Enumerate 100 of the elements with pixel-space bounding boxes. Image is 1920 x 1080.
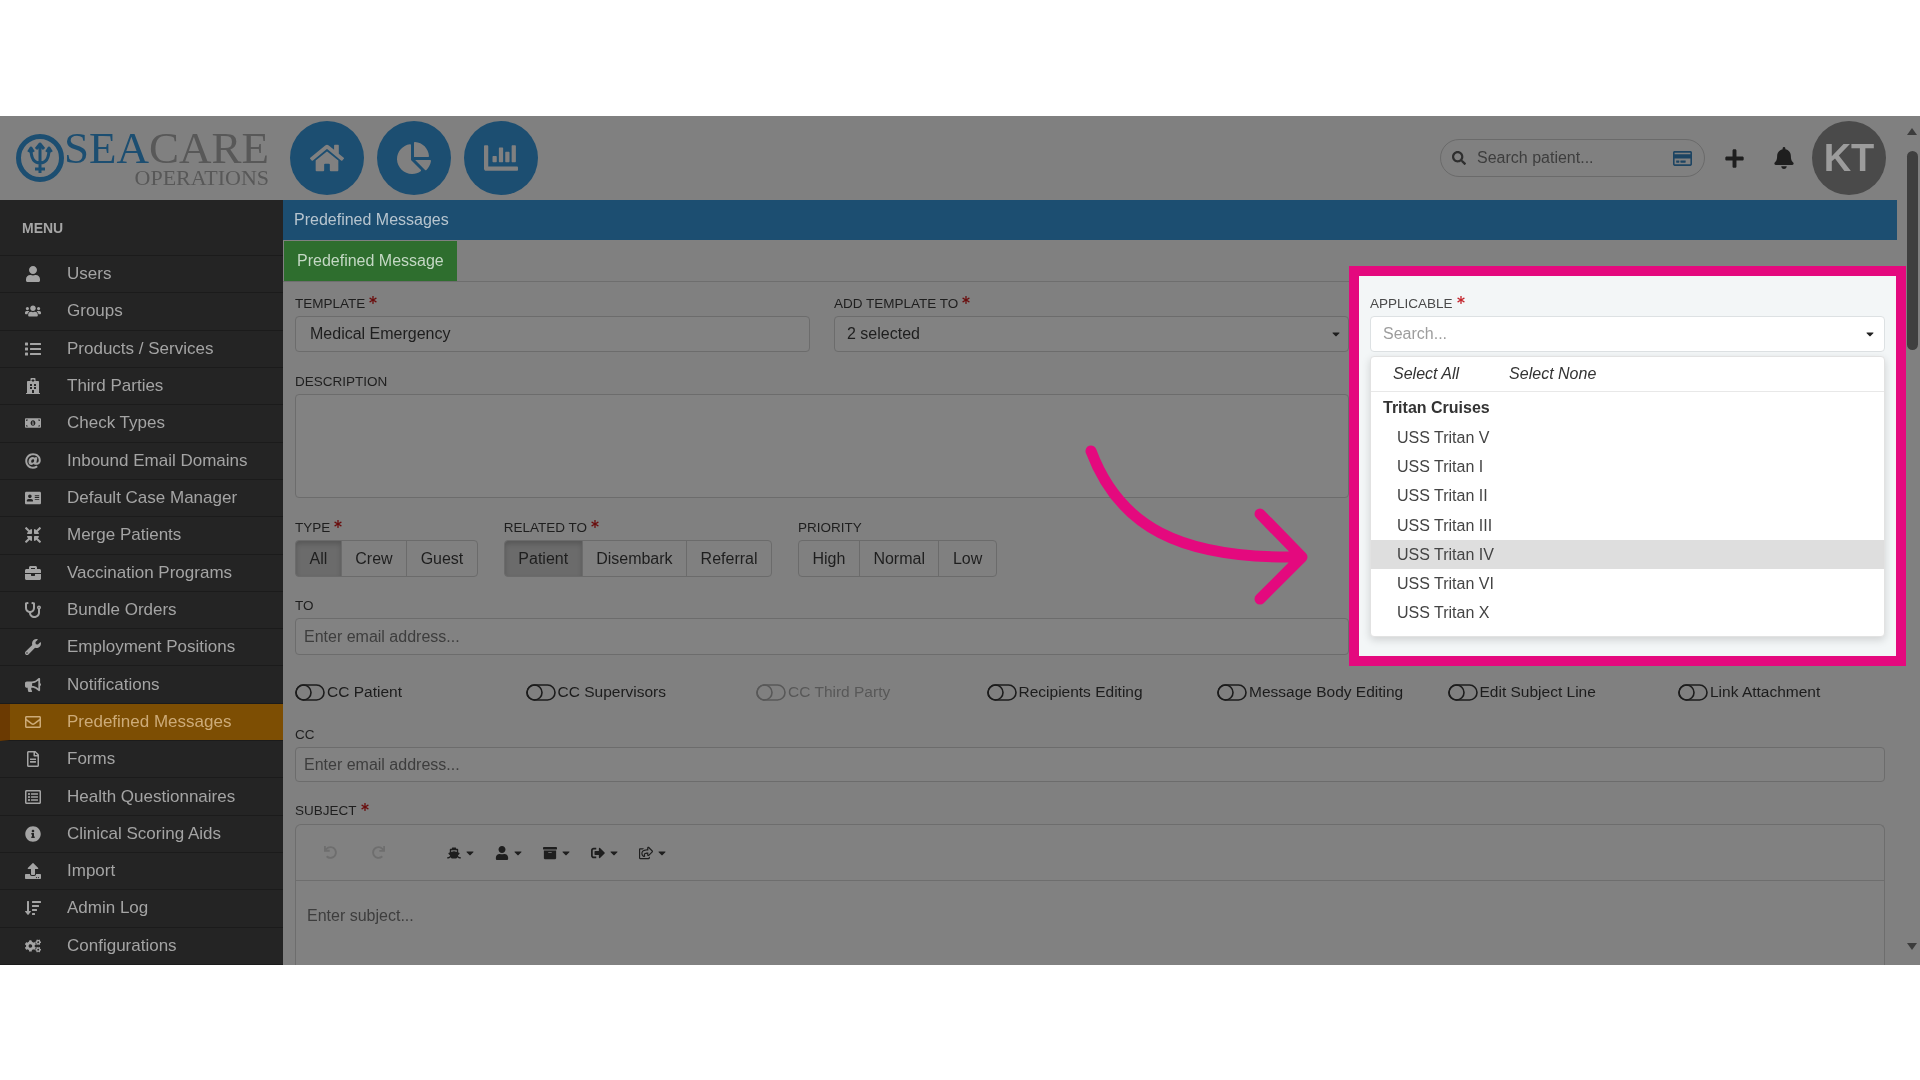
segment-button[interactable]: Disembark [581, 540, 688, 577]
sidebar-item[interactable]: Third Parties [0, 367, 283, 406]
toggle-label: Recipients Editing [1018, 683, 1143, 701]
field-label: ADD TEMPLATE TO [834, 295, 959, 313]
subject-input[interactable]: Enter subject... [296, 881, 1884, 965]
user-icon[interactable] [495, 845, 509, 860]
sidebar-item[interactable]: Users [0, 256, 283, 294]
applicable-search-input[interactable]: Search... [1383, 325, 1866, 343]
field-label: SUBJECT [295, 802, 357, 820]
sidebar-item[interactable]: Clinical Scoring Aids [0, 815, 283, 853]
sidebar-item[interactable]: Configurations [0, 927, 283, 965]
scroll-up-icon[interactable] [1907, 128, 1917, 135]
toggle-label: Link Attachment [1710, 683, 1821, 701]
trident-logo-icon [16, 134, 64, 182]
hospital-icon [25, 378, 41, 395]
scroll-down-icon[interactable] [1907, 943, 1917, 950]
field-label: TO [295, 597, 314, 615]
share-icon[interactable] [639, 845, 653, 860]
users-icon [25, 303, 41, 320]
archive-box-icon[interactable] [543, 845, 557, 860]
list-icon [25, 340, 41, 357]
wrench-icon [25, 639, 41, 656]
info-icon [25, 825, 41, 842]
notifications-bell-icon[interactable] [1774, 147, 1794, 169]
cc-email-input[interactable]: Enter email address... [295, 747, 1885, 782]
field-label: APPLICABLE [1370, 295, 1453, 313]
option-group-heading: Tritan Cruises [1382, 397, 1491, 418]
briefcase-icon [25, 564, 41, 581]
toggle-switch[interactable] [1678, 683, 1708, 701]
pie-chart-icon [397, 141, 431, 175]
sidebar-item[interactable]: Bundle Orders [0, 591, 283, 630]
id-card-icon [25, 490, 41, 507]
field-label: RELATED TO [503, 519, 588, 537]
dropdown-option[interactable]: USS Tritan I [1371, 452, 1884, 482]
field-label: CC [295, 726, 315, 744]
sidebar-item[interactable]: Groups [0, 293, 283, 331]
sidebar-item[interactable]: Check Types [0, 405, 283, 443]
to-email-input[interactable]: Enter email address... [295, 618, 1349, 655]
segment-button[interactable]: Guest [406, 540, 478, 577]
dropdown-option[interactable]: USS Tritan X [1371, 598, 1884, 629]
sidebar-item[interactable]: Employment Positions [0, 629, 283, 667]
menu-heading: MENU [22, 219, 64, 236]
toggle-switch[interactable] [986, 683, 1017, 701]
applicable-select[interactable]: Search... [1370, 316, 1885, 352]
sidebar-item[interactable]: Merge Patients [0, 517, 283, 555]
field-label: DESCRIPTION [295, 373, 388, 391]
user-avatar[interactable]: KT [1812, 121, 1886, 195]
subject-editor[interactable]: Enter subject... [295, 824, 1885, 965]
sidebar-item[interactable]: Notifications [0, 666, 283, 704]
megaphone-icon [25, 676, 41, 693]
toggle-switch[interactable] [525, 683, 556, 701]
ship-icon[interactable] [447, 845, 461, 860]
sidebar-item[interactable]: Vaccination Programs [0, 554, 283, 592]
sidebar-item[interactable]: Products / Services [0, 330, 283, 368]
sidebar-item[interactable]: Import [0, 853, 283, 891]
sidebar-item[interactable]: Health Questionnaires [0, 778, 283, 816]
add-template-select[interactable]: 2 selected [834, 316, 1349, 352]
segment-button[interactable]: Crew [340, 540, 408, 577]
list-box-icon [25, 788, 41, 805]
document-icon [25, 751, 41, 768]
dropdown-option[interactable]: USS Tritan V [1371, 423, 1884, 453]
toggle-switch[interactable] [1217, 683, 1247, 701]
field-label: PRIORITY [798, 519, 862, 537]
sidebar-item[interactable]: Default Case Manager [0, 479, 283, 518]
sidebar-item[interactable]: Admin Log [0, 890, 283, 928]
sidebar-item[interactable]: Inbound Email Domains [0, 442, 283, 480]
upload-icon [25, 863, 41, 880]
patient-search-input[interactable]: Search patient... [1477, 149, 1662, 167]
plus-icon[interactable] [1724, 147, 1745, 169]
toggle-switch[interactable] [295, 683, 325, 701]
dropdown-option[interactable]: USS Tritan IV [1371, 540, 1884, 570]
dropdown-option[interactable]: USS Tritan VI [1371, 569, 1884, 599]
compress-arrows-icon [25, 527, 41, 544]
envelope-icon [25, 713, 41, 730]
logo-wordmark: SEACARE [64, 128, 270, 168]
search-icon [1452, 151, 1466, 165]
segment-button[interactable]: Low [938, 540, 997, 577]
exit-arrow-icon[interactable] [591, 845, 605, 860]
description-input[interactable] [295, 394, 1349, 498]
tab[interactable]: Predefined Message [284, 241, 457, 281]
toggle-switch[interactable] [1447, 683, 1478, 701]
dropdown-option[interactable]: USS Tritan II [1371, 481, 1884, 511]
toggle-label: CC Supervisors [557, 683, 667, 701]
sidebar-item[interactable]: Predefined Messages [0, 703, 283, 742]
segment-button[interactable]: High [798, 540, 860, 577]
scrollbar-thumb[interactable] [1906, 151, 1918, 350]
menu-action-link[interactable]: Select None [1509, 365, 1597, 383]
stethoscope-icon [25, 601, 41, 618]
toggle-label: Message Body Editing [1249, 683, 1404, 701]
template-input[interactable]: Medical Emergency [295, 316, 810, 352]
segment-button[interactable]: Referral [686, 540, 772, 577]
page-title: Predefined Messages [283, 200, 1897, 240]
segment-button[interactable]: Normal [858, 540, 940, 577]
menu-action-link[interactable]: Select All [1393, 365, 1460, 383]
card-icon[interactable] [1673, 149, 1692, 167]
sidebar-item[interactable]: Forms [0, 741, 283, 779]
dropdown-option[interactable]: USS Tritan III [1371, 510, 1884, 541]
toggle-label: CC Patient [327, 683, 402, 701]
sort-descending-icon [25, 900, 41, 917]
toggle-label: Edit Subject Line [1479, 683, 1596, 701]
